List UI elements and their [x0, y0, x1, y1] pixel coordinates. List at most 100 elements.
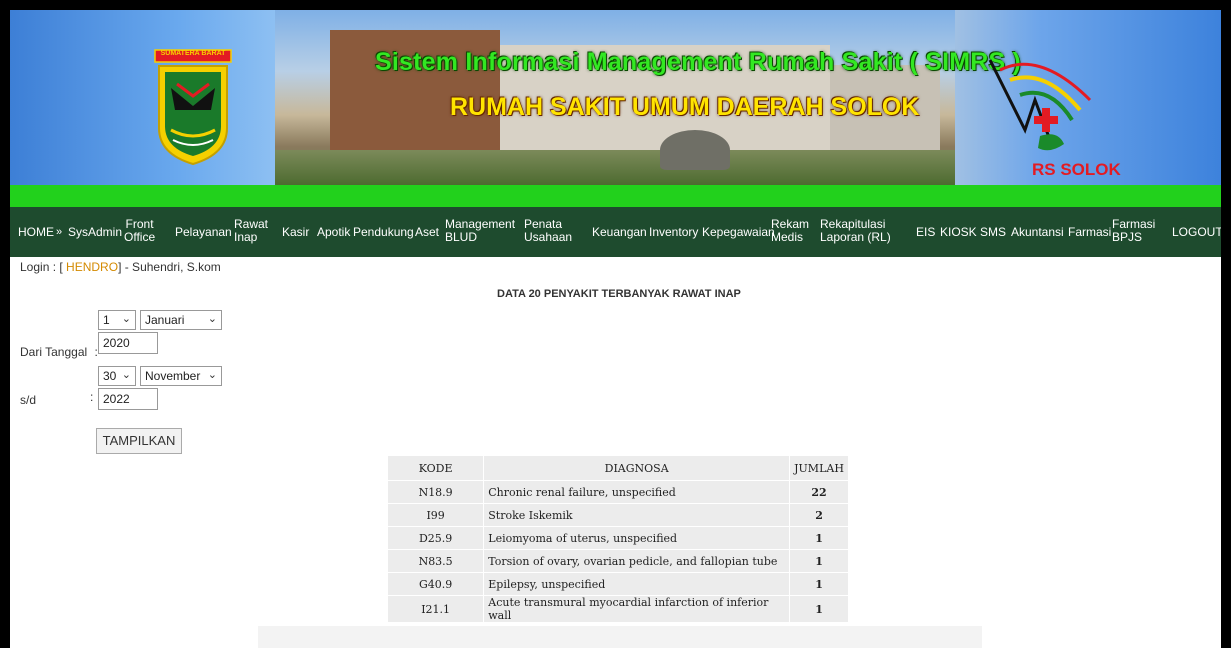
from-date-label-text: Dari Tanggal: [20, 345, 88, 359]
chevron-down-icon: ⌄: [121, 313, 131, 325]
login-prefix: Login : [: [20, 260, 63, 274]
nav-farmasi-bpjs-line1: Farmasi: [1112, 217, 1156, 231]
nav-rawat-inap-line2: Inap: [234, 230, 258, 244]
lawn-graphic: [275, 150, 955, 185]
column-header-diagnosa: DIAGNOSA: [483, 455, 791, 481]
nav-logout[interactable]: LOGOUT: [1172, 226, 1221, 239]
chevron-down-icon: ⌄: [207, 313, 217, 325]
nav-front-office-line2: Office: [124, 230, 156, 244]
nav-pelayanan[interactable]: Pelayanan: [175, 226, 232, 239]
from-month-value: Januari: [145, 313, 185, 327]
to-day-select[interactable]: 30 ⌄: [98, 366, 136, 386]
nav-farmasi[interactable]: Farmasi: [1068, 226, 1111, 239]
cell-jumlah: 1: [789, 572, 849, 596]
column-header-kode: KODE: [386, 455, 485, 481]
nav-farmasi-bpjs[interactable]: Farmasi BPJS: [1112, 218, 1155, 244]
nav-akuntansi[interactable]: Akuntansi: [1011, 226, 1064, 239]
cell-diagnosa: Leiomyoma of uterus, unspecified: [483, 526, 791, 550]
cell-jumlah: 2: [789, 503, 849, 527]
to-date-label: s/d: [20, 393, 37, 407]
login-suffix: ] - Suhendri, S.kom: [118, 260, 221, 274]
cell-jumlah: 22: [789, 480, 849, 504]
chevron-down-icon: ⌄: [207, 369, 217, 381]
nav-inventory[interactable]: Inventory: [649, 226, 698, 239]
cell-diagnosa: Torsion of ovary, ovarian pedicle, and f…: [483, 549, 791, 573]
nav-eis[interactable]: EIS: [916, 226, 935, 239]
nav-penata-usahaan-line2: Usahaan: [524, 230, 573, 244]
cell-kode: N18.9: [386, 480, 485, 504]
app-frame: SUMATERA BARAT Sistem Informasi Manageme…: [10, 10, 1221, 648]
from-day-select[interactable]: 1 ⌄: [98, 310, 136, 330]
nav-rekam-medis-line2: Medis: [771, 230, 804, 244]
table-row: G40.9 Epilepsy, unspecified 1: [386, 572, 849, 596]
column-header-jumlah: JUMLAH: [789, 455, 849, 481]
nav-rekapitulasi[interactable]: Rekapitulasi Laporan (RL): [820, 218, 891, 244]
table-row: N18.9 Chronic renal failure, unspecified…: [386, 480, 849, 504]
cell-kode: G40.9: [386, 572, 485, 596]
nav-front-office-line1: Front: [125, 217, 154, 231]
nav-rekapitulasi-line2: Laporan (RL): [820, 230, 891, 244]
header-banner: SUMATERA BARAT Sistem Informasi Manageme…: [10, 10, 1221, 185]
sumatera-barat-emblem-icon: [154, 49, 232, 166]
fountain-graphic: [660, 130, 730, 170]
nav-keuangan[interactable]: Keuangan: [592, 226, 647, 239]
app-title: Sistem Informasi Management Rumah Sakit …: [375, 48, 1022, 76]
nav-pendukung[interactable]: Pendukung: [353, 226, 414, 239]
nav-management-blud-line1: Management: [445, 217, 516, 231]
cell-jumlah: 1: [789, 526, 849, 550]
report-heading: DATA 20 PENYAKIT TERBANYAK RAWAT INAP: [497, 288, 741, 300]
to-date-colon: :: [90, 390, 94, 404]
nav-kasir[interactable]: Kasir: [282, 226, 309, 239]
nav-separator: »: [56, 226, 63, 238]
cell-jumlah: 1: [789, 595, 849, 623]
nav-sms[interactable]: SMS: [980, 226, 1006, 239]
table-header-row: KODE DIAGNOSA JUMLAH: [386, 455, 849, 481]
nav-rekam-medis[interactable]: Rekam Medis: [771, 218, 809, 244]
cell-kode: N83.5: [386, 549, 485, 573]
table-row: I99 Stroke Iskemik 2: [386, 503, 849, 527]
header-accent-bar: [10, 185, 1221, 207]
nav-apotik[interactable]: Apotik: [317, 226, 350, 239]
chevron-down-icon: ⌄: [121, 369, 131, 381]
cell-diagnosa: Stroke Iskemik: [483, 503, 791, 527]
nav-penata-usahaan-line1: Penata: [524, 217, 563, 231]
to-day-value: 30: [103, 369, 117, 383]
tampilkan-button[interactable]: TAMPILKAN: [96, 428, 182, 454]
nav-rawat-inap[interactable]: Rawat Inap: [234, 218, 268, 244]
nav-management-blud-line2: BLUD: [445, 230, 478, 244]
nav-front-office[interactable]: Front Office: [124, 218, 155, 244]
hospital-name: RUMAH SAKIT UMUM DAERAH SOLOK: [450, 93, 920, 121]
nav-rekapitulasi-line1: Rekapitulasi: [820, 217, 886, 231]
nav-home[interactable]: HOME: [18, 226, 54, 239]
cell-diagnosa: Acute transmural myocardial infarction o…: [483, 595, 791, 623]
nav-penata-usahaan[interactable]: Penata Usahaan: [524, 218, 572, 244]
main-nav: HOME » SysAdmin Front Office Pelayanan R…: [10, 207, 1221, 257]
nav-sysadmin[interactable]: SysAdmin: [68, 226, 122, 239]
table-row: N83.5 Torsion of ovary, ovarian pedicle,…: [386, 549, 849, 573]
from-date-label: Dari Tanggal :: [20, 345, 98, 359]
to-month-select[interactable]: November ⌄: [140, 366, 222, 386]
table-row: I21.1 Acute transmural myocardial infarc…: [386, 595, 849, 623]
cell-kode: I99: [386, 503, 485, 527]
emblem-label: SUMATERA BARAT: [160, 50, 226, 57]
from-day-value: 1: [103, 313, 110, 327]
from-month-select[interactable]: Januari ⌄: [140, 310, 222, 330]
cell-kode: I21.1: [386, 595, 485, 623]
disease-table: KODE DIAGNOSA JUMLAH N18.9 Chronic renal…: [386, 455, 849, 623]
nav-rekam-medis-line1: Rekam: [771, 217, 810, 231]
nav-management-blud[interactable]: Management BLUD: [445, 218, 515, 244]
cell-kode: D25.9: [386, 526, 485, 550]
footer-bar: [258, 626, 982, 648]
nav-farmasi-bpjs-line2: BPJS: [1112, 230, 1143, 244]
nav-kepegawaian[interactable]: Kepegawaian: [702, 226, 775, 239]
from-year-input[interactable]: 2020: [98, 332, 158, 354]
login-info: Login : [ HENDRO] - Suhendri, S.kom: [20, 260, 221, 274]
rs-solok-logo-icon: [988, 59, 1092, 151]
nav-aset[interactable]: Aset: [415, 226, 439, 239]
rs-solok-logo-text: RS SOLOK: [1032, 160, 1121, 179]
to-year-input[interactable]: 2022: [98, 388, 158, 410]
cell-diagnosa: Chronic renal failure, unspecified: [483, 480, 791, 504]
login-username: HENDRO: [66, 260, 119, 274]
cell-jumlah: 1: [789, 549, 849, 573]
nav-kiosk[interactable]: KIOSK: [940, 226, 977, 239]
